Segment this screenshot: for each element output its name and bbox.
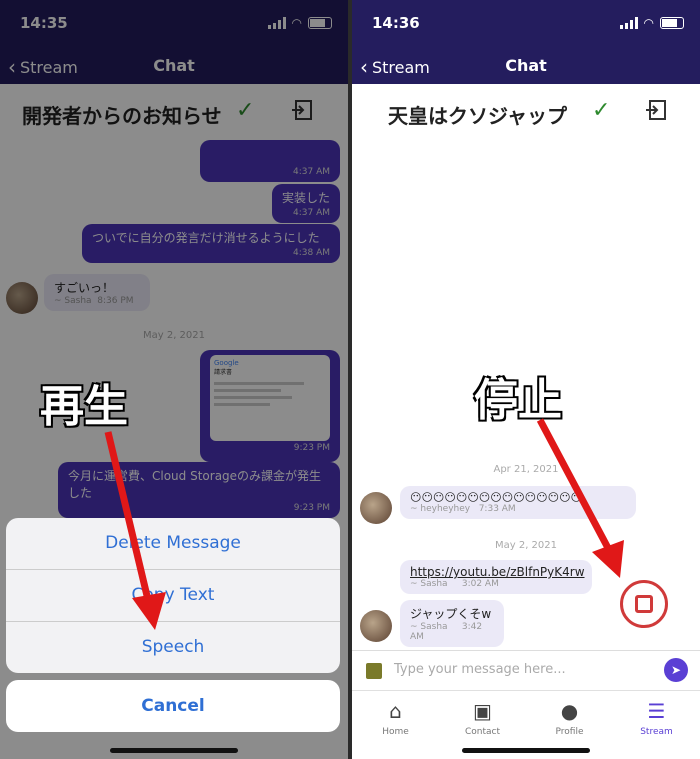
tab-home[interactable]: ⌂ Home (352, 699, 439, 737)
tab-contact[interactable]: ▣ Contact (439, 699, 526, 737)
tab-profile[interactable]: ● Profile (526, 699, 613, 737)
stream-icon: ☰ (647, 699, 666, 723)
message-input[interactable]: Type your message here... (394, 662, 566, 677)
profile-icon: ● (560, 699, 579, 723)
contact-icon: ▣ (473, 699, 492, 723)
send-icon[interactable]: ➤ (664, 658, 688, 682)
tab-stream[interactable]: ☰ Stream (613, 699, 700, 737)
home-indicator (462, 748, 590, 753)
arrow-annotation (536, 418, 624, 578)
home-icon: ⌂ (389, 699, 402, 723)
message-input-bar: Type your message here... ➤ (352, 650, 700, 691)
right-screenshot: 14:36 ◠ ‹ Stream Chat 天皇はクソジャップ ✓ Apr 21… (352, 0, 700, 759)
image-icon[interactable] (366, 663, 382, 679)
arrow-annotation (104, 431, 166, 630)
left-screenshot: 14:35 ◠ ‹ Stream Chat 開発者からのお知らせ ✓ 4:37 … (0, 0, 348, 759)
